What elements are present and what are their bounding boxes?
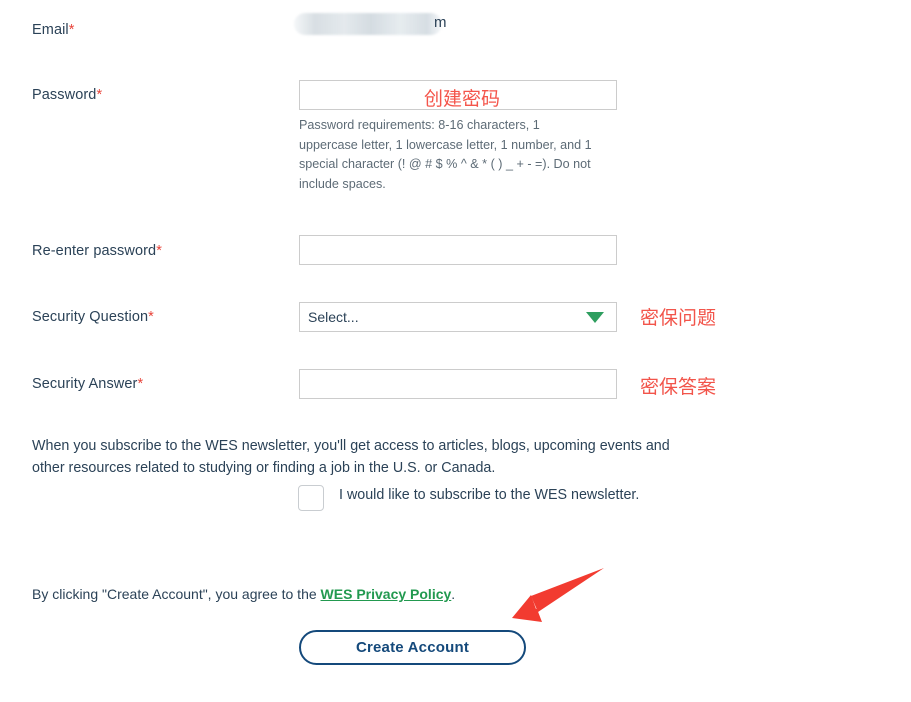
password-label-text: Password — [32, 87, 97, 103]
legal-prefix: By clicking "Create Account", you agree … — [32, 586, 321, 602]
security-answer-annotation: 密保答案 — [640, 376, 717, 398]
email-value-visible-tail: m — [434, 14, 447, 31]
newsletter-checkbox-label[interactable]: I would like to subscribe to the WES new… — [339, 487, 639, 503]
legal-agreement-text: By clicking "Create Account", you agree … — [32, 586, 455, 602]
password-required-asterisk: * — [96, 87, 103, 103]
security-question-label: Security Question* — [32, 309, 154, 325]
security-question-required-asterisk: * — [148, 309, 154, 325]
security-question-label-text: Security Question — [32, 309, 149, 325]
password-annotation: 创建密码 — [424, 88, 501, 110]
reenter-password-label: Re-enter password* — [32, 243, 162, 259]
red-arrow-annotation-icon — [512, 568, 604, 622]
reenter-password-label-text: Re-enter password — [32, 243, 157, 259]
password-requirements-hint: Password requirements: 8-16 characters, … — [299, 118, 592, 191]
newsletter-checkbox[interactable] — [298, 485, 324, 511]
create-account-form-page: Email* m Password* 创建密码 Password require… — [0, 0, 911, 702]
reenter-password-input[interactable] — [299, 235, 617, 265]
newsletter-description: When you subscribe to the WES newsletter… — [32, 438, 670, 476]
password-label: Password* — [32, 87, 102, 103]
chevron-down-icon — [586, 311, 604, 323]
security-question-select[interactable]: Select... — [299, 302, 617, 332]
email-required-asterisk: * — [68, 22, 75, 38]
security-answer-label-text: Security Answer — [32, 376, 138, 392]
security-answer-label: Security Answer* — [32, 376, 143, 392]
reenter-password-required-asterisk: * — [156, 243, 162, 259]
privacy-policy-link[interactable]: WES Privacy Policy — [321, 586, 452, 602]
create-account-button[interactable]: Create Account — [299, 630, 526, 665]
email-value-redacted — [294, 13, 442, 35]
security-answer-required-asterisk: * — [137, 376, 144, 392]
security-question-annotation: 密保问题 — [640, 307, 717, 329]
security-question-selected-value: Select... — [308, 309, 359, 325]
email-label-text: Email — [32, 22, 69, 38]
email-label: Email* — [32, 22, 75, 38]
legal-suffix: . — [451, 586, 456, 602]
security-answer-input[interactable] — [299, 369, 617, 399]
